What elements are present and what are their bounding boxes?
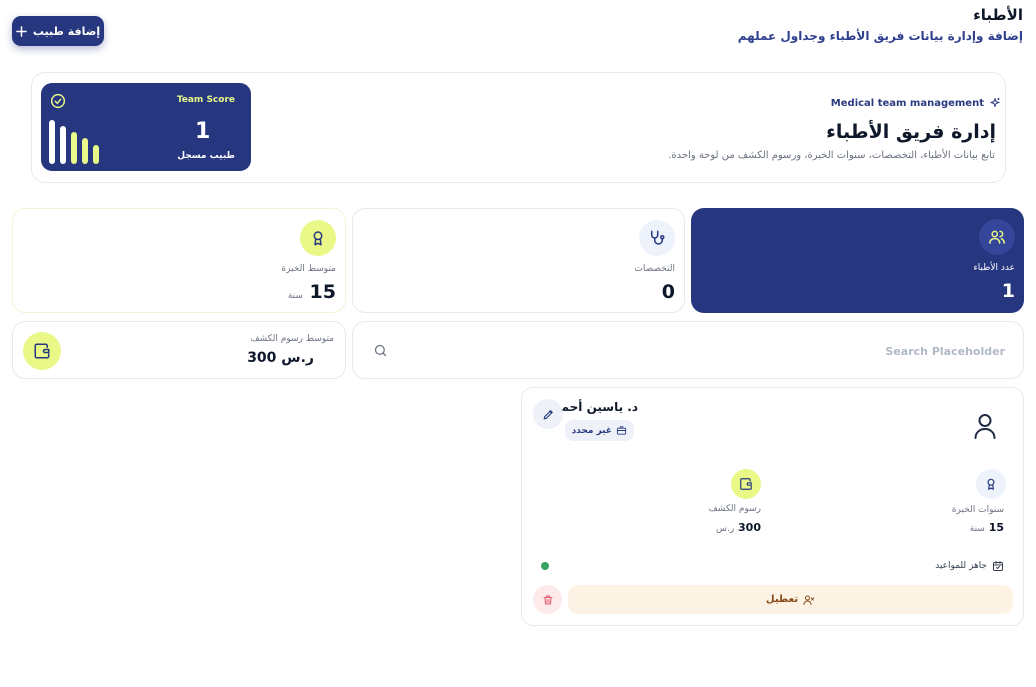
fee-label: متوسط رسوم الكشف: [250, 334, 334, 344]
page-subtitle: إضافة وإدارة بيانات فريق الأطباء وجداول …: [737, 29, 1023, 43]
wallet-icon: [731, 469, 761, 499]
trash-icon: [542, 594, 554, 606]
doctor-fee-number: 300: [738, 521, 761, 534]
doctor-fee-label: رسوم الكشف: [708, 504, 761, 514]
fee-value: 300 ر.س: [247, 350, 314, 366]
delete-button[interactable]: [533, 585, 562, 614]
user-x-icon: [803, 594, 815, 606]
status-indicator: [541, 562, 549, 570]
doctor-fee-unit: ر.س: [715, 524, 735, 534]
stat-card-specialties: التخصصات 0: [352, 208, 685, 313]
add-doctor-label: إضافة طبيب: [32, 24, 101, 38]
page-title: الأطباء: [973, 6, 1023, 24]
doctor-specialty-badge: غير محدد: [564, 420, 634, 441]
doctor-experience-label: سنوات الخبرة: [951, 505, 1004, 515]
stat-doctors-value: 1: [1001, 280, 1015, 302]
hero-tag-text: Medical team management: [830, 97, 984, 109]
briefcase-icon: [616, 425, 627, 436]
doctor-experience-number: 15: [988, 521, 1004, 534]
search-icon[interactable]: [373, 343, 388, 358]
add-doctor-button[interactable]: إضافة طبيب: [12, 16, 104, 46]
stat-specialties-label: التخصصات: [634, 264, 675, 274]
stat-experience-number: 15: [309, 281, 336, 303]
stat-experience-unit: سنة: [287, 291, 303, 301]
wallet-icon: [23, 332, 61, 370]
sparkles-icon: [989, 97, 1001, 109]
pencil-icon: [542, 408, 555, 421]
search-box: [352, 321, 1024, 379]
team-score-card: Team Score 1 طبيب مسجل: [41, 83, 251, 171]
plus-icon: [16, 25, 27, 37]
doctor-name: د. ياسين أحمد: [554, 400, 638, 414]
users-icon: [979, 219, 1015, 255]
doctor-card: د. ياسين أحمد غير محدد سنوات الخبرة 15 س…: [521, 387, 1024, 626]
doctor-specialty-text: غير محدد: [571, 425, 612, 436]
doctor-fee-value: 300 ر.س: [716, 521, 761, 534]
stat-experience-label: متوسط الخبرة: [281, 264, 336, 274]
team-score-label: Team Score: [176, 95, 235, 105]
stat-doctors-label: عدد الأطباء: [973, 263, 1015, 273]
doctor-experience-unit: سنة: [969, 524, 985, 534]
user-icon: [974, 413, 996, 439]
disable-label: تعطيل: [765, 594, 799, 605]
fee-card: متوسط رسوم الكشف 300 ر.س: [12, 321, 346, 379]
doctor-status-text: جاهز للمواعيد: [935, 561, 987, 571]
stat-card-doctors: عدد الأطباء 1: [691, 208, 1024, 313]
award-icon: [976, 469, 1006, 499]
doctor-experience-value: 15 سنة: [970, 521, 1004, 534]
hero-tag: Medical team management: [831, 97, 1001, 109]
stat-card-experience: متوسط الخبرة 15 سنة: [12, 208, 346, 313]
calendar-check-icon: [992, 560, 1004, 572]
stat-experience-value: 15 سنة: [288, 281, 336, 303]
award-icon: [300, 220, 336, 256]
doctor-status: جاهز للمواعيد: [935, 560, 1004, 572]
team-score-unit: طبيب مسجل: [177, 151, 235, 161]
disable-button[interactable]: تعطيل: [568, 585, 1013, 614]
team-score-value: 1: [195, 119, 211, 144]
check-circle-icon: [50, 93, 66, 109]
search-input[interactable]: [393, 336, 1005, 366]
stethoscope-icon: [639, 220, 675, 256]
stat-specialties-value: 0: [661, 281, 675, 303]
hero-description: تابع بيانات الأطباء، التخصصات، سنوات الخ…: [668, 150, 995, 161]
score-bars-icon: [49, 120, 99, 164]
hero-title: إدارة فريق الأطباء: [826, 121, 996, 143]
edit-button[interactable]: [533, 399, 563, 429]
